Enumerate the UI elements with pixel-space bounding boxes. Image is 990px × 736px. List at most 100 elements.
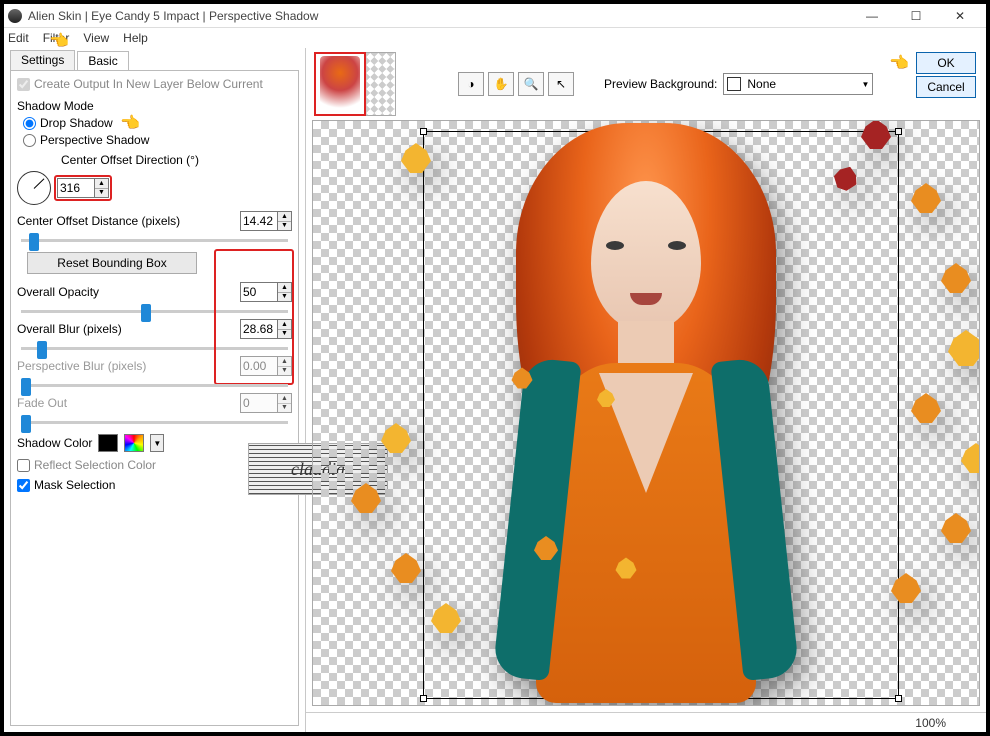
application-window: Alien Skin | Eye Candy 5 Impact | Perspe… [4,4,986,732]
handle-top-right[interactable] [895,128,902,135]
overall-blur-input[interactable]: ▲▼ [240,319,292,339]
menu-help[interactable]: Help [123,31,148,45]
center-offset-distance-label: Center Offset Distance (pixels) [17,214,180,228]
direction-value-input[interactable]: ▲▼ [57,178,109,198]
preview-canvas[interactable] [312,120,980,706]
color-options-dropdown[interactable]: ▼ [150,434,164,452]
overall-opacity-spinner[interactable]: ▲▼ [277,283,291,301]
overall-opacity-slider[interactable] [21,310,288,313]
preview-top-strip: ◑ ✋ 🔍 ↖ Preview Background: None ▼ [306,48,986,120]
center-offset-distance-field[interactable] [241,212,277,230]
minimize-button[interactable]: — [850,5,894,27]
radio-drop-shadow-label: Drop Shadow [40,116,113,130]
tab-settings[interactable]: Settings [10,50,75,70]
preview-background-value: None [747,77,776,91]
preview-background-label: Preview Background: [604,77,717,91]
tool-color-wheel-icon[interactable]: ◑ [458,72,484,96]
window-title: Alien Skin | Eye Candy 5 Impact | Perspe… [28,9,850,23]
app-icon [8,9,22,23]
fade-out-label: Fade Out [17,396,67,410]
create-output-row[interactable]: Create Output In New Layer Below Current [17,77,292,91]
radio-drop-shadow[interactable]: Drop Shadow 👉 [23,113,292,133]
thumbnail-image [320,56,360,112]
perspective-blur-field [241,357,277,375]
tab-body-basic: Create Output In New Layer Below Current… [10,70,299,726]
fade-out-input: ▲▼ [240,393,292,413]
menu-edit[interactable]: Edit [8,31,29,45]
center-offset-distance-spinner[interactable]: ▲▼ [277,212,291,230]
perspective-blur-spinner: ▲▼ [277,357,291,375]
perspective-blur-row: Perspective Blur (pixels) ▲▼ [17,356,292,387]
reflect-selection-label: Reflect Selection Color [34,458,156,472]
radio-drop-shadow-input[interactable] [23,117,36,130]
thumbnail-strip-empty [366,52,396,116]
handle-bottom-left[interactable] [420,695,427,702]
create-output-label: Create Output In New Layer Below Current [34,77,263,91]
shadow-mode-group: Shadow Mode Drop Shadow 👉 Perspective Sh… [17,97,292,147]
perspective-blur-input: ▲▼ [240,356,292,376]
handle-bottom-right[interactable] [895,695,902,702]
perspective-blur-label: Perspective Blur (pixels) [17,359,146,373]
overall-opacity-label: Overall Opacity [17,285,99,299]
radio-perspective-shadow[interactable]: Perspective Shadow [23,133,292,147]
mask-selection-label: Mask Selection [34,478,115,492]
overall-blur-spinner[interactable]: ▲▼ [277,320,291,338]
cancel-button[interactable]: Cancel [916,76,976,98]
overall-blur-slider[interactable] [21,347,288,350]
action-buttons: 👉 OK Cancel [890,52,976,98]
fade-out-row: Fade Out ▲▼ [17,393,292,424]
overall-blur-row: Overall Blur (pixels) ▲▼ [17,319,292,350]
fade-out-field [241,394,277,412]
shadow-color-label: Shadow Color [17,436,92,450]
preset-thumbnail[interactable] [314,52,366,116]
reflect-selection-checkbox[interactable] [17,459,30,472]
overall-blur-field[interactable] [241,320,277,338]
titlebar: Alien Skin | Eye Candy 5 Impact | Perspe… [4,4,986,28]
shadow-mode-label: Shadow Mode [17,99,292,113]
mask-selection-checkbox[interactable] [17,479,30,492]
statusbar: 100% [306,712,986,732]
center-offset-distance-row: Center Offset Distance (pixels) ▲▼ [17,211,292,242]
direction-value-field[interactable] [58,179,94,197]
tab-strip: Settings Basic [10,50,299,70]
preview-image [471,123,821,703]
left-panel: Settings Basic Create Output In New Laye… [4,48,306,732]
color-picker-icon[interactable] [124,434,144,452]
preview-toolbar: ◑ ✋ 🔍 ↖ [458,72,574,96]
create-output-checkbox[interactable] [17,78,30,91]
tool-zoom-icon[interactable]: 🔍 [518,72,544,96]
center-offset-direction-row: Center Offset Direction (°) ▲▼ [17,153,292,205]
combo-swatch-icon [727,77,741,91]
center-offset-direction-label: Center Offset Direction (°) [61,153,292,167]
maximize-button[interactable]: ☐ [894,5,938,27]
overall-opacity-input[interactable]: ▲▼ [240,282,292,302]
zoom-level: 100% [915,716,946,730]
main-body: Settings Basic Create Output In New Laye… [4,48,986,732]
menu-view[interactable]: View [83,31,109,45]
tab-basic[interactable]: Basic [77,51,128,71]
overall-blur-label: Overall Blur (pixels) [17,322,122,336]
tool-pointer-icon[interactable]: ↖ [548,72,574,96]
close-button[interactable]: ✕ [938,5,982,27]
reset-bounding-box-button[interactable]: Reset Bounding Box [27,252,197,274]
center-offset-distance-input[interactable]: ▲▼ [240,211,292,231]
overall-opacity-row: Overall Opacity ▲▼ [17,282,292,313]
direction-dial[interactable] [17,171,51,205]
pointer-hand-ok-icon: 👉 [890,53,910,73]
radio-perspective-shadow-input[interactable] [23,134,36,147]
center-offset-distance-slider[interactable] [21,239,288,242]
menubar: Edit Filter View Help 👉 [4,28,986,48]
shadow-color-swatch[interactable] [98,434,118,452]
handle-top-left[interactable] [420,128,427,135]
radio-perspective-shadow-label: Perspective Shadow [40,133,149,147]
perspective-blur-slider [21,384,288,387]
pointer-hand-icon: 👉 [121,113,141,133]
fade-out-slider [21,421,288,424]
ok-button[interactable]: OK [916,52,976,74]
preview-background-combo[interactable]: None ▼ [723,73,873,95]
chevron-down-icon: ▼ [861,80,869,89]
overall-opacity-field[interactable] [241,283,277,301]
direction-spinner[interactable]: ▲▼ [94,179,108,197]
tool-hand-icon[interactable]: ✋ [488,72,514,96]
right-area: 👉 OK Cancel ◑ ✋ 🔍 ↖ Preview Backgroun [306,48,986,732]
